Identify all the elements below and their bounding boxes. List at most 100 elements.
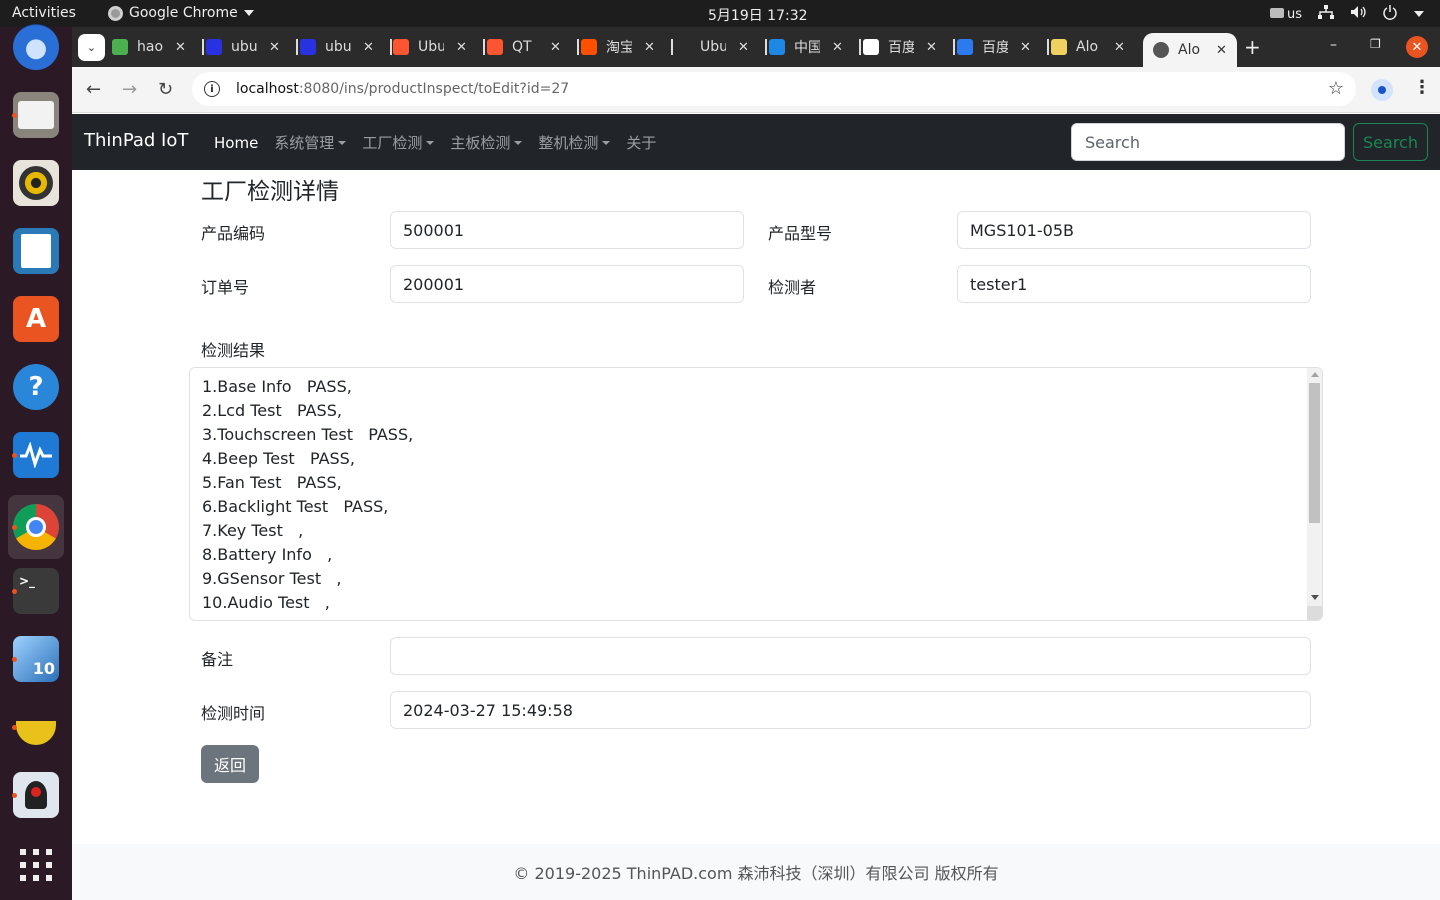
scroll-down-arrow-icon[interactable] — [1311, 595, 1319, 600]
tab-title: 百度 — [982, 40, 1008, 56]
close-tab-icon[interactable]: ✕ — [832, 40, 843, 55]
result-text: 1.Base Info PASS, 2.Lcd Test PASS, 3.Touch… — [202, 375, 413, 620]
textarea-scrollbar[interactable] — [1307, 368, 1322, 620]
dock-chrome[interactable] — [8, 495, 64, 559]
nav-link[interactable]: 工厂检测 — [362, 132, 435, 153]
keyboard-layout[interactable]: us — [1269, 6, 1302, 22]
close-tab-icon[interactable]: ✕ — [456, 40, 467, 55]
app-center-icon: A — [13, 296, 59, 342]
power-icon[interactable] — [1382, 4, 1398, 24]
result-label: 检测结果 — [201, 341, 266, 360]
dock-rhythmbox[interactable] — [8, 155, 64, 211]
help-icon: ? — [13, 364, 59, 410]
new-tab-button[interactable]: + — [1244, 35, 1261, 59]
dock-libreoffice-writer[interactable] — [8, 223, 64, 279]
keyboard-layout-label: us — [1286, 6, 1302, 22]
bookmark-star-icon[interactable]: ☆ — [1328, 78, 1344, 99]
site-info-icon[interactable]: i — [204, 81, 220, 97]
show-apps-button[interactable] — [8, 837, 64, 893]
reload-icon[interactable]: ↻ — [158, 79, 173, 100]
nav-link-label: 主板检测 — [450, 134, 511, 152]
dock-java[interactable] — [8, 767, 64, 823]
close-tab-icon[interactable]: ✕ — [550, 40, 561, 55]
browser-tab[interactable]: ubu ✕ — [206, 33, 280, 61]
inspector-label: 检测者 — [768, 278, 817, 297]
close-tab-icon[interactable]: ✕ — [363, 40, 374, 55]
volume-icon[interactable] — [1350, 5, 1366, 23]
nav-link[interactable]: Home — [214, 132, 258, 153]
tab-title: Alo — [1076, 39, 1099, 55]
dock-thunderbird[interactable] — [8, 19, 64, 75]
product-code-field[interactable] — [390, 211, 744, 249]
nav-link-label: Home — [214, 133, 259, 152]
browser-tab[interactable]: Ubu ✕ — [393, 33, 467, 61]
browser-tab[interactable]: Ubu ✕ — [675, 33, 749, 61]
close-tab-icon[interactable]: ✕ — [644, 40, 655, 55]
result-textarea[interactable]: 1.Base Info PASS, 2.Lcd Test PASS, 3.Touch… — [189, 367, 1323, 621]
nav-link[interactable]: 主板检测 — [450, 132, 523, 153]
browser-tab[interactable]: 百度 ✕ — [863, 33, 937, 61]
tab-search-button[interactable]: ⌄ — [78, 34, 105, 61]
maximize-button[interactable]: ❐ — [1370, 37, 1381, 51]
forward-arrow-icon[interactable]: → — [122, 79, 137, 100]
kebab-menu-icon[interactable]: ⋮ — [1413, 77, 1431, 98]
dock-files[interactable] — [8, 87, 64, 143]
dock: A ? >_ 10 — [0, 24, 72, 900]
nav-link[interactable]: 关于 — [626, 132, 656, 153]
back-arrow-icon[interactable]: ← — [86, 79, 101, 100]
tab-separator — [390, 39, 392, 55]
hao123-icon — [112, 39, 128, 55]
baidu-icon — [300, 39, 316, 55]
browser-tab[interactable]: QT ✕ — [487, 33, 561, 61]
web-page: ThinPad IoT Home 系统管理 工厂检测 主板检测 整机检测 关于 Searc… — [72, 114, 1440, 900]
back-button[interactable]: 返回 — [201, 745, 259, 783]
search-input[interactable] — [1071, 123, 1345, 161]
close-window-button[interactable]: ✕ — [1406, 36, 1428, 58]
browser-tab[interactable]: 淘宝 ✕ — [581, 33, 655, 61]
brand-link[interactable]: ThinPad IoT — [84, 130, 188, 151]
minimize-button[interactable]: – — [1330, 37, 1337, 53]
result-line: 2.Lcd Test PASS, — [202, 401, 342, 420]
dock-help[interactable]: ? — [8, 359, 64, 415]
browser-tab[interactable]: Alo ✕ — [1051, 33, 1125, 61]
page-title: 工厂检测详情 — [201, 179, 339, 205]
dock-terminal[interactable]: >_ — [8, 563, 64, 619]
browser-tab[interactable]: hao ✕ — [112, 33, 186, 61]
nav-link[interactable]: 系统管理 — [274, 132, 347, 153]
scroll-up-arrow-icon[interactable] — [1311, 372, 1319, 377]
browser-tab[interactable]: Alo ✕ — [1143, 33, 1237, 67]
close-tab-icon[interactable]: ✕ — [1216, 43, 1227, 58]
dock-app-center[interactable]: A — [8, 291, 64, 347]
network-icon[interactable] — [1318, 5, 1334, 23]
system-tray[interactable]: us — [1269, 4, 1424, 24]
close-tab-icon[interactable]: ✕ — [738, 40, 749, 55]
dock-genie[interactable] — [8, 699, 64, 755]
close-tab-icon[interactable]: ✕ — [269, 40, 280, 55]
browser-tab[interactable]: 百度 ✕ — [957, 33, 1031, 61]
remark-field[interactable] — [390, 637, 1311, 675]
close-tab-icon[interactable]: ✕ — [926, 40, 937, 55]
close-tab-icon[interactable]: ✕ — [1020, 40, 1031, 55]
search-button[interactable]: Search — [1353, 123, 1428, 161]
product-model-field[interactable] — [957, 211, 1311, 249]
profile-avatar[interactable] — [1371, 79, 1393, 101]
chevron-down-icon[interactable] — [1414, 11, 1424, 17]
dock-system-monitor[interactable] — [8, 427, 64, 483]
dock-wine[interactable]: 10 — [8, 631, 64, 687]
app-menu[interactable]: Google Chrome — [108, 5, 254, 21]
order-no-field[interactable] — [390, 265, 744, 303]
result-line: 9.GSensor Test , — [202, 569, 342, 588]
scrollbar-thumb[interactable] — [1309, 383, 1320, 523]
close-tab-icon[interactable]: ✕ — [175, 40, 186, 55]
result-line: 11.Wifi Test , — [202, 615, 413, 620]
resize-grip-icon[interactable] — [1307, 606, 1322, 620]
nav-link-label: 整机检测 — [538, 134, 599, 152]
clock[interactable]: 5月19日 17:32 — [708, 5, 808, 25]
address-bar[interactable]: i localhost:8080/ins/productInspect/toEd… — [192, 72, 1356, 106]
nav-link[interactable]: 整机检测 — [538, 132, 611, 153]
browser-tab[interactable]: 中国 ✕ — [769, 33, 843, 61]
inspector-field[interactable] — [957, 265, 1311, 303]
time-field[interactable] — [390, 691, 1311, 729]
browser-tab[interactable]: ubu ✕ — [300, 33, 374, 61]
close-tab-icon[interactable]: ✕ — [1114, 40, 1125, 55]
